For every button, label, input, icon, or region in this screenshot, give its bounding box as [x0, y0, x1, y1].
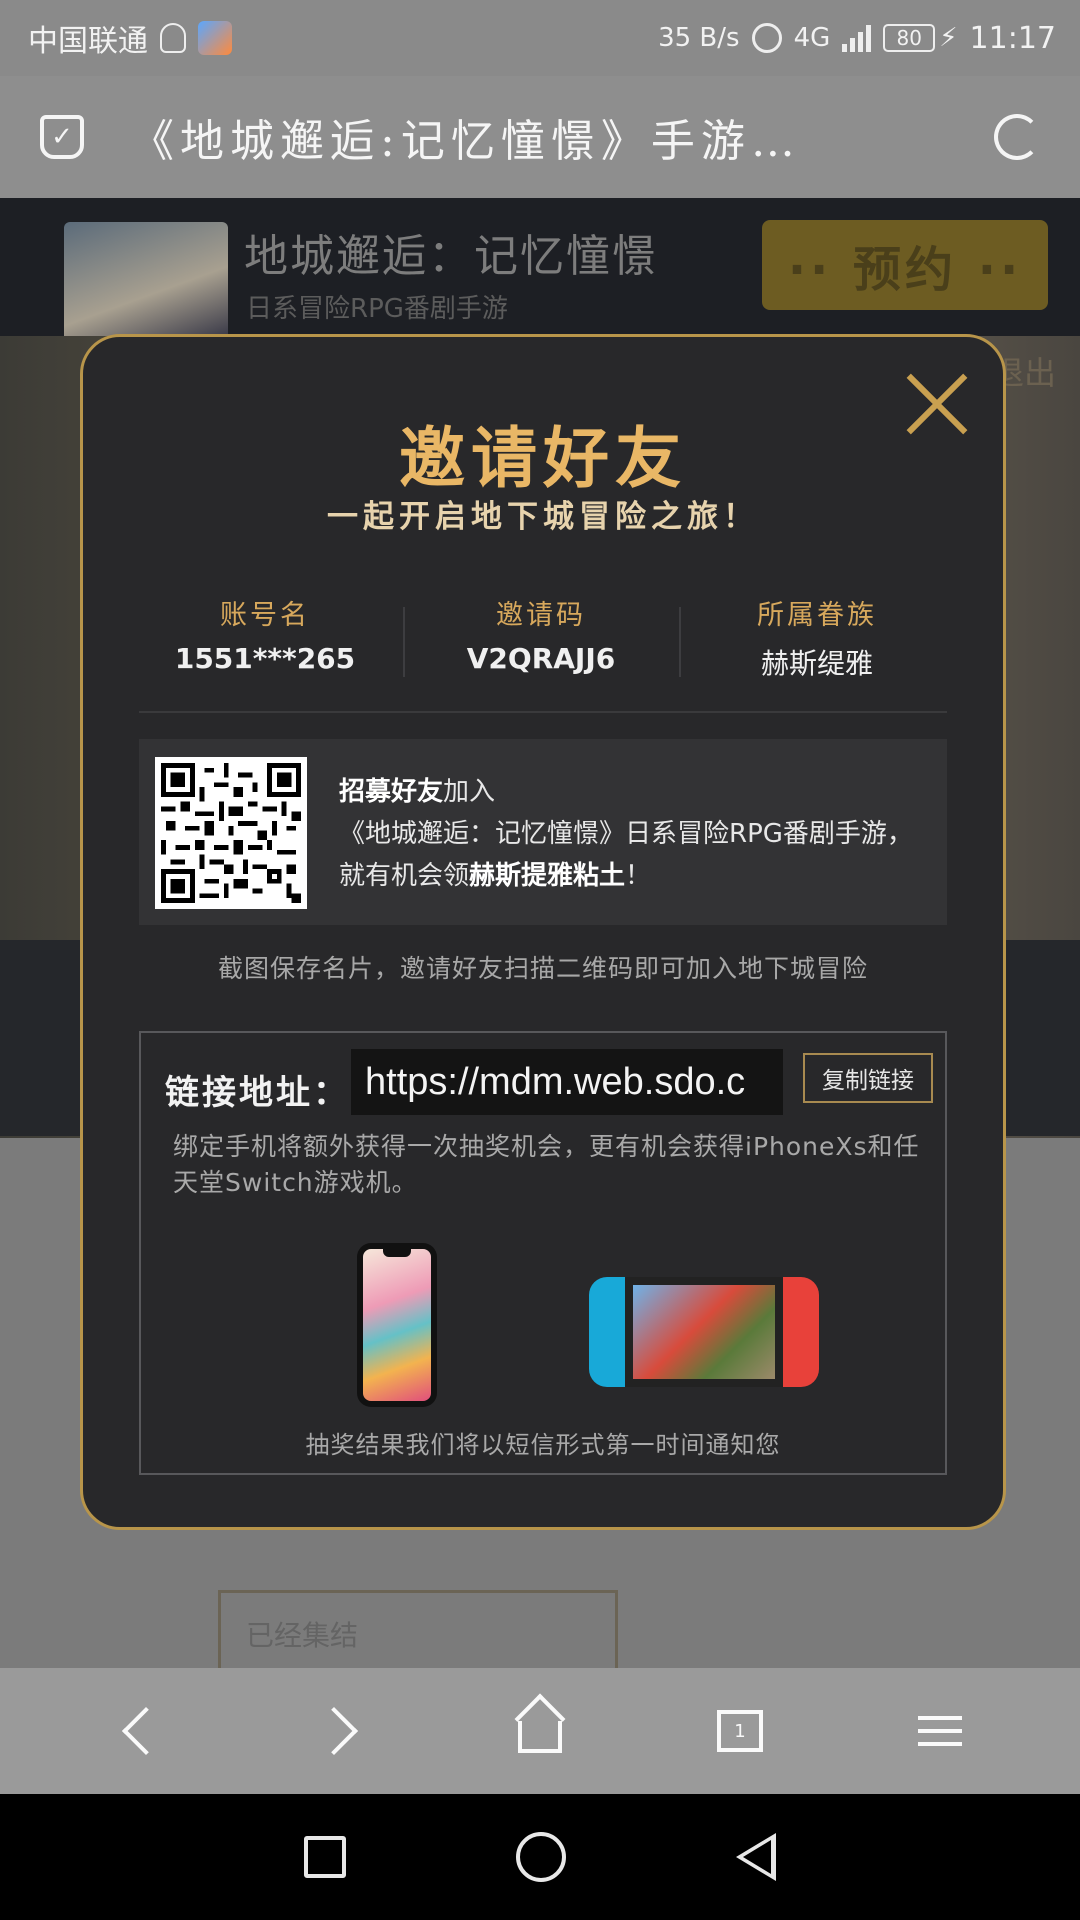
gathered-label: 已经集结	[246, 1619, 359, 1652]
account-name-field: 账号名 1551***265	[127, 587, 403, 697]
link-panel: 链接地址： 复制链接 绑定手机将额外获得一次抽奖机会，更有机会获得iPhoneX…	[139, 1031, 947, 1475]
home-button[interactable]	[495, 1686, 585, 1776]
modal-title: 邀请好友	[399, 420, 687, 497]
copy-link-button[interactable]: 复制链接	[803, 1053, 933, 1103]
invite-friends-modal: 邀请好友 一起开启地下城冒险之旅！ 账号名 1551***265 邀请码 V2Q…	[80, 334, 1006, 1530]
familia-field: 所属眷族 赫斯缇雅	[679, 587, 955, 697]
tabs-icon: 1	[717, 1710, 763, 1752]
security-shield-icon[interactable]: ✓	[40, 115, 84, 159]
battery-level: 80	[883, 24, 936, 52]
charging-icon: ⚡	[939, 23, 958, 53]
recruit-highlight: 招募好友	[339, 777, 444, 807]
reward-suffix: ！	[625, 861, 652, 891]
iphone-image	[357, 1243, 437, 1407]
forward-button[interactable]	[295, 1686, 385, 1776]
reward-prefix: 就有机会领	[339, 861, 470, 891]
info-label: 账号名	[220, 600, 310, 631]
divider	[139, 711, 947, 713]
status-bar: 中国联通 35 B/s 4G 80 ⚡ 11:17	[0, 0, 1080, 76]
chevron-right-icon	[309, 1706, 359, 1756]
clock: 11:17	[969, 20, 1056, 56]
account-name-value: 1551***265	[174, 642, 356, 675]
game-tagline: 日系冒险RPG番剧手游	[246, 294, 508, 324]
qq-notification-icon	[160, 23, 186, 53]
signal-icon	[842, 24, 872, 52]
invite-code-field: 邀请码 V2QRAJJ6	[403, 587, 679, 697]
qr-code-image	[155, 757, 307, 909]
game-banner: 地城邂逅：记忆憧憬 日系冒险RPG番剧手游 ·· 预约 ··	[0, 198, 1080, 336]
menu-button[interactable]	[895, 1686, 985, 1776]
link-label: 链接地址：	[165, 1073, 350, 1113]
app-notification-icon	[198, 21, 232, 55]
browser-toolbar: 1	[0, 1668, 1080, 1794]
page-title[interactable]: 《地城邂逅:记忆憧憬》手游…	[130, 105, 954, 169]
carrier-name: 中国联通	[28, 24, 148, 59]
game-name: 地城邂逅：记忆憧憬	[244, 231, 658, 282]
info-label: 所属眷族	[757, 600, 877, 631]
recent-apps-icon[interactable]	[304, 1836, 346, 1878]
chevron-left-icon	[121, 1706, 171, 1756]
invite-code-value: V2QRAJJ6	[466, 642, 616, 675]
game-avatar	[64, 222, 228, 336]
reward-name: 赫斯提雅粘土	[469, 861, 626, 891]
link-url-input[interactable]	[351, 1049, 783, 1115]
screenshot-tip: 截图保存名片，邀请好友扫描二维码即可加入地下城冒险	[217, 954, 868, 983]
recruit-text: 加入	[443, 777, 496, 807]
network-speed: 35 B/s	[658, 23, 740, 53]
recruit-game-line: 《地城邂逅：记忆憧憬》日系冒险RPG番剧手游，	[339, 819, 913, 849]
recruit-description: 招募好友加入 《地城邂逅：记忆憧憬》日系冒险RPG番剧手游， 就有机会领赫斯提雅…	[339, 771, 939, 897]
account-info-row: 账号名 1551***265 邀请码 V2QRAJJ6 所属眷族 赫斯缇雅	[127, 587, 955, 697]
browser-title-bar: ✓ 《地城邂逅:记忆憧憬》手游…	[0, 76, 1080, 198]
bind-phone-tip: 绑定手机将额外获得一次抽奖机会，更有机会获得iPhoneXs和任天堂Switch…	[173, 1132, 920, 1197]
modal-subtitle: 一起开启地下城冒险之旅！	[327, 499, 759, 535]
battery-indicator: 80 ⚡	[883, 23, 958, 53]
network-type: 4G	[793, 23, 831, 53]
reserve-button[interactable]: ·· 预约 ··	[762, 220, 1048, 310]
back-button[interactable]	[95, 1686, 185, 1776]
menu-icon	[918, 1716, 962, 1746]
tabs-button[interactable]: 1	[695, 1686, 785, 1776]
home-icon	[514, 1693, 566, 1753]
familia-value: 赫斯缇雅	[760, 647, 873, 680]
qr-card: 招募好友加入 《地城邂逅：记忆憧憬》日系冒险RPG番剧手游， 就有机会领赫斯提雅…	[139, 739, 947, 925]
refresh-icon[interactable]	[994, 114, 1040, 160]
system-back-icon[interactable]	[736, 1833, 776, 1881]
info-label: 邀请码	[496, 600, 586, 631]
system-nav-bar	[0, 1794, 1080, 1920]
nintendo-switch-image	[589, 1277, 819, 1387]
system-home-icon[interactable]	[516, 1832, 566, 1882]
lottery-notice: 抽奖结果我们将以短信形式第一时间通知您	[305, 1431, 781, 1459]
alarm-icon	[751, 23, 782, 53]
